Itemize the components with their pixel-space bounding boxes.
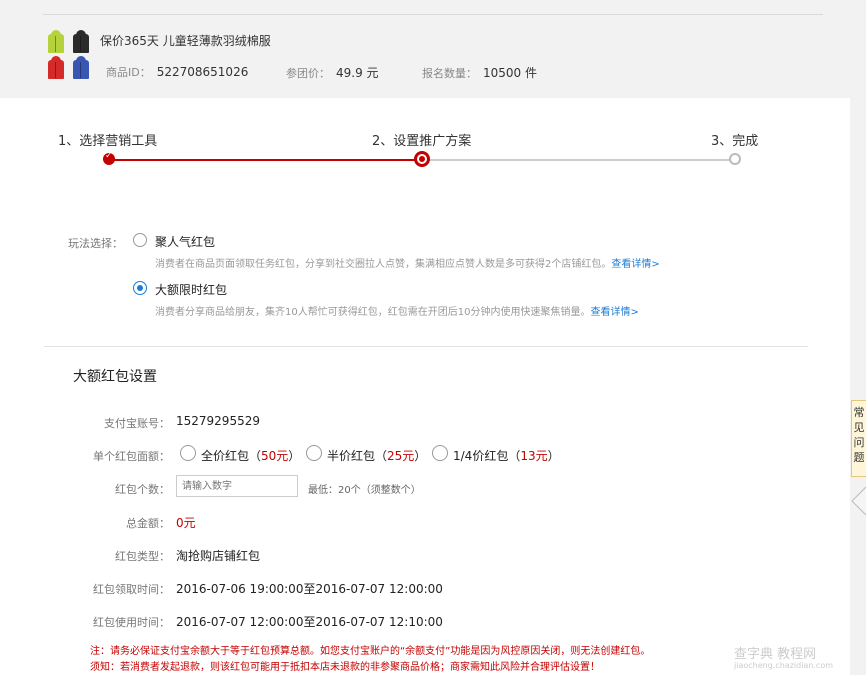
- balance-notice: 注：请务必保证支付宝余额大于等于红包预算总额。如您支付宝账户的“余额支付”功能是…: [90, 646, 651, 657]
- step-3-pending-icon: [729, 153, 741, 165]
- jacket-icon: [45, 30, 67, 53]
- product-price: 参团价： 49.9 元: [286, 64, 379, 81]
- denom-quarter-close: ）: [547, 449, 560, 463]
- play-option-bigcoupon-details-link[interactable]: 查看详情>: [590, 307, 638, 318]
- denom-full-label[interactable]: 全价红包（50元）: [201, 447, 300, 464]
- denom-quarter-label[interactable]: 1/4价红包（13元）: [453, 447, 560, 464]
- denom-full-text: 全价红包（: [201, 449, 262, 463]
- alipay-value: 15279295529: [176, 414, 260, 428]
- use-time-label: 红包使用时间：: [93, 616, 170, 629]
- step-track-done: [109, 159, 422, 161]
- receive-time-value: 2016-07-06 19:00:00至2016-07-07 12:00:00: [176, 582, 443, 596]
- denom-quarter-text: 1/4价红包（: [453, 449, 521, 463]
- play-option-popularity-radio[interactable]: [133, 233, 147, 247]
- product-summary: 保价365天 儿童轻薄款羽绒棉服 商品ID： 522708651026 参团价： 4…: [43, 16, 833, 96]
- coupon-count-hint: 最低：20个（须整数个）: [308, 485, 421, 496]
- step-2-active-icon: [414, 151, 430, 167]
- step-2-label: 2、设置推广方案: [372, 134, 472, 149]
- denom-quarter-amount: 13元: [520, 449, 548, 463]
- play-option-popularity-desc-text: 消费者在商品页面领取任务红包，分享到社交圈拉人点赞，集满相应点赞人数是多可获得2…: [155, 259, 612, 270]
- product-title[interactable]: 保价365天 儿童轻薄款羽绒棉服: [100, 32, 271, 49]
- step-progress: 1、选择营销工具 2、设置推广方案 3、完成: [0, 98, 850, 178]
- denom-quarter-radio[interactable]: [432, 445, 448, 461]
- product-count-label: 报名数量：: [422, 67, 477, 80]
- play-option-bigcoupon-desc: 消费者分享商品给朋友，集齐10人帮忙可获得红包，红包需在开团后10分钟内使用快速…: [155, 303, 639, 318]
- total-value: 0元: [176, 516, 196, 530]
- denom-half-label[interactable]: 半价红包（25元）: [327, 447, 426, 464]
- denom-half-text: 半价红包（: [327, 449, 388, 463]
- step-track-todo: [422, 159, 735, 161]
- play-label: 玩法选择：: [68, 237, 123, 250]
- denom-full-radio[interactable]: [180, 445, 196, 461]
- play-option-popularity-title[interactable]: 聚人气红包: [155, 233, 215, 250]
- step-1-check-icon: [103, 151, 115, 165]
- coupon-count-label: 红包个数：: [115, 483, 170, 496]
- product-count: 报名数量： 10500 件: [422, 64, 537, 81]
- product-price-label: 参团价：: [286, 67, 330, 80]
- play-option-bigcoupon-title[interactable]: 大额限时红包: [155, 281, 227, 298]
- product-id: 商品ID： 522708651026: [106, 64, 248, 80]
- product-id-value: 522708651026: [156, 65, 249, 79]
- watermark-text: 查字典 教程网: [734, 647, 817, 662]
- section-divider: [44, 346, 808, 347]
- jacket-icon: [70, 56, 92, 79]
- denom-half-amount: 25元: [387, 449, 415, 463]
- refund-notice: 须知：若消费者发起退款，则该红包可能用于抵扣本店未退款的非参聚商品价格；商家需知…: [90, 662, 600, 673]
- total-label: 总金额：: [126, 517, 170, 530]
- step-3-label: 3、完成: [711, 134, 759, 149]
- coupon-count-input[interactable]: [176, 475, 298, 497]
- alipay-label: 支付宝账号：: [104, 417, 170, 430]
- jacket-product-thumbnail[interactable]: [45, 30, 93, 80]
- jacket-icon: [45, 56, 67, 79]
- denom-half-close: ）: [414, 449, 427, 463]
- denom-full-amount: 50元: [261, 449, 289, 463]
- step-1-label: 1、选择营销工具: [58, 134, 158, 149]
- faq-side-tab[interactable]: 常见问题: [851, 400, 866, 477]
- use-time-value: 2016-07-07 12:00:00至2016-07-07 12:10:00: [176, 615, 443, 629]
- coupon-type-value: 淘抢购店铺红包: [176, 549, 261, 563]
- denomination-label: 单个红包面额：: [93, 450, 170, 463]
- play-option-bigcoupon-desc-text: 消费者分享商品给朋友，集齐10人帮忙可获得红包，红包需在开团后10分钟内使用快速…: [155, 307, 591, 318]
- setup-card: 1、选择营销工具 2、设置推广方案 3、完成 玩法选择： 聚人气红包 消费者在商…: [0, 98, 850, 675]
- top-divider: [43, 14, 823, 15]
- product-count-value: 10500 件: [483, 66, 537, 80]
- play-option-popularity-details-link[interactable]: 查看详情>: [611, 259, 659, 270]
- denom-half-radio[interactable]: [306, 445, 322, 461]
- product-id-label: 商品ID：: [106, 66, 151, 79]
- product-price-value: 49.9 元: [336, 66, 379, 80]
- denom-full-close: ）: [288, 449, 301, 463]
- receive-time-label: 红包领取时间：: [93, 583, 170, 596]
- jacket-icon: [70, 30, 92, 53]
- side-collapse-arrow-icon[interactable]: [850, 485, 866, 517]
- play-option-popularity-desc: 消费者在商品页面领取任务红包，分享到社交圈拉人点赞，集满相应点赞人数是多可获得2…: [155, 255, 660, 270]
- coupon-type-label: 红包类型：: [115, 550, 170, 563]
- settings-title: 大额红包设置: [73, 369, 157, 385]
- watermark-url: jiaocheng.chazidian.com: [734, 661, 834, 670]
- play-option-bigcoupon-radio[interactable]: [133, 281, 147, 295]
